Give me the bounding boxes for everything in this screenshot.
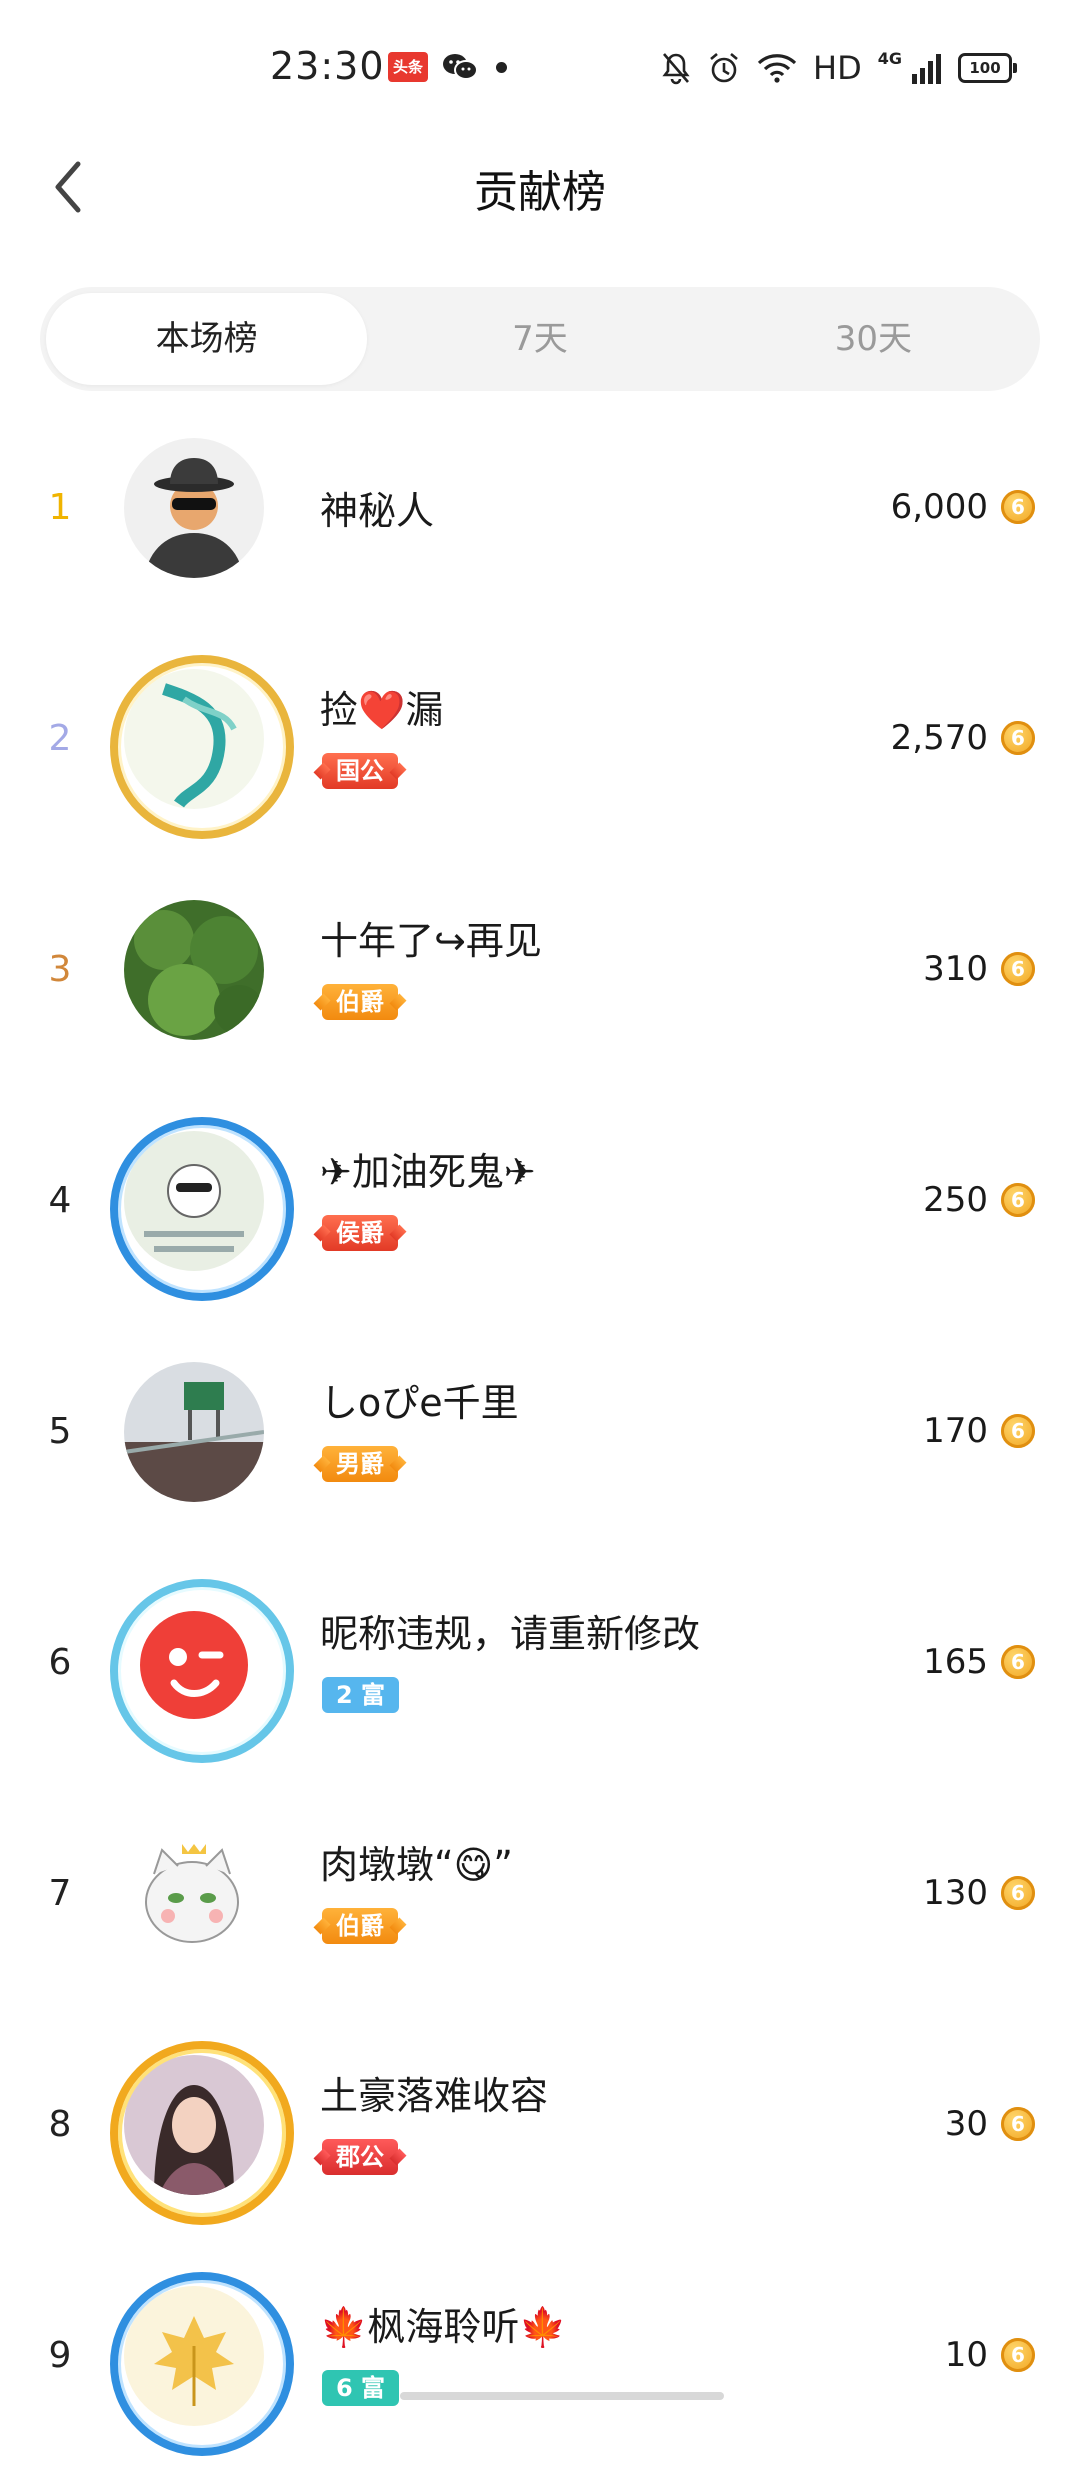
wink-face-avatar xyxy=(124,1593,264,1733)
status-right-icons: HD 4G 100 xyxy=(661,46,1017,90)
rank-number: 6 xyxy=(48,1642,72,1683)
toutiao-app-icon: 头条 xyxy=(388,52,428,82)
rank-badge: 郡公 xyxy=(322,2139,398,2175)
rank-number: 8 xyxy=(48,2104,72,2145)
rank-badge: 男爵 xyxy=(322,1446,398,1482)
wifi-icon xyxy=(757,54,797,83)
maple-leaf-avatar xyxy=(124,2286,264,2426)
coin-icon: 6 xyxy=(1001,721,1035,755)
user-name: 十年了↪再见 xyxy=(320,919,542,963)
rank-badge: 伯爵 xyxy=(322,984,398,1020)
ranking-tabs: 本场榜 7天 30天 xyxy=(40,287,1040,391)
rank-number: 2 xyxy=(48,718,72,759)
user-name: ✈加油死鬼✈ xyxy=(320,1150,536,1194)
rank-number: 3 xyxy=(48,949,72,990)
avatar[interactable] xyxy=(124,1362,264,1502)
coin-icon: 6 xyxy=(1001,1876,1035,1910)
wealth-level-badge: 2 富 xyxy=(322,1677,400,1713)
contribution-score: 130 xyxy=(923,1873,988,1913)
dragon-avatar xyxy=(124,669,264,809)
avatar[interactable] xyxy=(110,655,294,839)
contribution-score: 6,000 xyxy=(890,487,988,527)
contribution-score: 2,570 xyxy=(890,718,988,758)
avatar[interactable] xyxy=(124,438,264,578)
leaves-avatar xyxy=(124,900,264,1040)
signal-icon xyxy=(912,54,941,84)
user-name: 神秘人 xyxy=(320,489,435,533)
tab-current-session[interactable]: 本场榜 xyxy=(46,293,368,385)
avatar[interactable] xyxy=(110,2272,294,2456)
coin-icon: 6 xyxy=(1001,1645,1035,1679)
contribution-score: 30 xyxy=(944,2104,988,2144)
highway-avatar xyxy=(124,1362,264,1502)
wealth-level-badge: 6 富 xyxy=(322,2370,400,2406)
avatar[interactable] xyxy=(110,1579,294,1763)
user-name: 捡❤️漏 xyxy=(320,688,444,732)
ranking-row[interactable]: 5 しoぴe千里 男爵 170 6 xyxy=(0,1316,1080,1547)
alarm-icon xyxy=(710,53,738,83)
ranking-row[interactable]: 4 ✈加油死鬼✈ 侯爵 250 6 xyxy=(0,1085,1080,1316)
coin-icon: 6 xyxy=(1001,952,1035,986)
coin-icon: 6 xyxy=(1001,2107,1035,2141)
page-header: 贡献榜 xyxy=(0,130,1080,240)
ranking-row[interactable]: 3 十年了↪再见 伯爵 310 6 xyxy=(0,854,1080,1085)
ranking-row[interactable]: 9 🍁枫海聆听🍁 6 富 10 6 xyxy=(0,2240,1080,2471)
status-bar: 23:30 头条 HD 4G 100 xyxy=(0,0,1080,130)
user-name: しoぴe千里 xyxy=(320,1381,519,1425)
user-name: 肉墩墩“😋” xyxy=(320,1843,513,1887)
user-name: 🍁枫海聆听🍁 xyxy=(320,2305,567,2349)
tab-30-days[interactable]: 30天 xyxy=(713,293,1034,385)
mute-bell-icon xyxy=(662,53,690,85)
mystery-person-avatar xyxy=(124,438,264,578)
user-name: 昵称违规，请重新修改 xyxy=(320,1612,701,1656)
rank-badge: 伯爵 xyxy=(322,1908,398,1944)
rank-number: 7 xyxy=(48,1873,72,1914)
avatar[interactable] xyxy=(124,1824,264,1964)
network-hd-label: HD xyxy=(813,49,862,87)
rank-number: 1 xyxy=(48,487,72,528)
network-4g-label: 4G xyxy=(877,48,902,68)
notification-dot-icon xyxy=(496,62,507,73)
coin-icon: 6 xyxy=(1001,2338,1035,2372)
rank-number: 4 xyxy=(48,1180,72,1221)
home-indicator xyxy=(400,2392,724,2400)
avatar[interactable] xyxy=(110,1117,294,1301)
cat-avatar xyxy=(124,1824,264,1964)
ranking-row[interactable]: 7 肉墩墩“😋” 伯爵 130 6 xyxy=(0,1778,1080,2009)
rank-number: 5 xyxy=(48,1411,72,1452)
avatar[interactable] xyxy=(124,900,264,1040)
battery-icon: 100 xyxy=(958,53,1017,83)
tab-7-days[interactable]: 7天 xyxy=(379,293,700,385)
user-name: 土豪落难收容 xyxy=(320,2074,549,2118)
ranking-row[interactable]: 6 昵称违规，请重新修改 2 富 165 6 xyxy=(0,1547,1080,1778)
contribution-score: 170 xyxy=(923,1411,988,1451)
coin-icon: 6 xyxy=(1001,1414,1035,1448)
ranking-list: 1 神秘人 6,000 6 2 捡❤️漏 国公 2,570 6 3 十年了↪再见… xyxy=(0,392,1080,2471)
contribution-score: 310 xyxy=(923,949,988,989)
coin-icon: 6 xyxy=(1001,490,1035,524)
meme-dog-avatar xyxy=(124,1131,264,1271)
ranking-row[interactable]: 2 捡❤️漏 国公 2,570 6 xyxy=(0,623,1080,854)
status-time: 23:30 xyxy=(270,44,385,88)
ranking-row[interactable]: 8 土豪落难收容 郡公 30 6 xyxy=(0,2009,1080,2240)
rank-badge: 国公 xyxy=(322,753,398,789)
contribution-score: 250 xyxy=(923,1180,988,1220)
ranking-row[interactable]: 1 神秘人 6,000 6 xyxy=(0,392,1080,623)
rank-badge: 侯爵 xyxy=(322,1215,398,1251)
coin-icon: 6 xyxy=(1001,1183,1035,1217)
page-title: 贡献榜 xyxy=(474,167,606,218)
wechat-icon xyxy=(443,54,478,80)
rank-number: 9 xyxy=(48,2335,72,2376)
portrait-avatar xyxy=(124,2055,264,2195)
contribution-score: 10 xyxy=(944,2335,988,2375)
avatar[interactable] xyxy=(110,2041,294,2225)
contribution-score: 165 xyxy=(923,1642,988,1682)
